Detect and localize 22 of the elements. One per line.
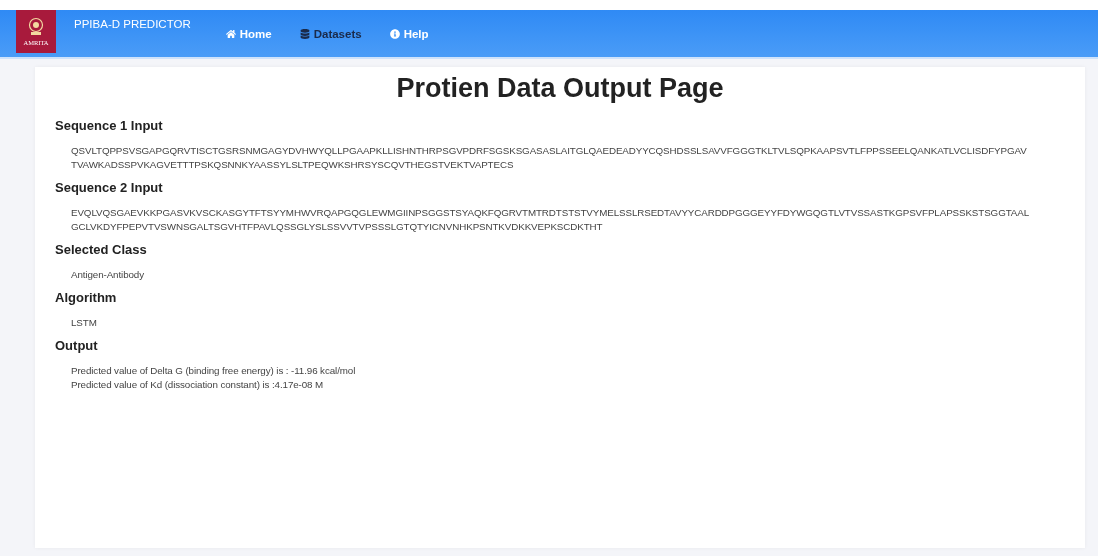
emblem-icon bbox=[28, 17, 44, 37]
section-text: QSVLTQPPSVSGAPGQRVTISCTGSRSNMGAGYDVHWYQLLPGAAPKLLISHNTHRPSGVPDRFSGSKSGASASLAITGLQAEDEADYYCQSHDSSLSAVVFGGGTKLTVLSQPKAAPSVTLFPPSSEELQANKATLVCLISDFYPGAV bbox=[71, 145, 1028, 156]
nav-link[interactable]: Home bbox=[225, 27, 272, 40]
section-heading: Sequence 1 Input bbox=[55, 118, 164, 133]
nav-link[interactable]: Datasets bbox=[299, 27, 362, 40]
database-icon bbox=[299, 28, 310, 39]
section-heading: Sequence 2 Input bbox=[55, 180, 164, 195]
section-text: Antigen-Antibody bbox=[71, 269, 145, 280]
section-text: Predicted value of Kd (dissociation constant) is :4.17e-08 M bbox=[71, 379, 325, 390]
nav-link[interactable]: Help bbox=[389, 27, 429, 40]
info-icon bbox=[389, 28, 400, 39]
section-text: LSTM bbox=[71, 317, 98, 328]
section-text: Predicted value of Delta G (binding free energy) is : -11.96 kcal/mol bbox=[71, 365, 357, 376]
section-text: TVAWKADSSPVKAGVETTTPSKQSNNKYAASSYLSLTPEQWKSHRSYSCQVTHEGSTVEKTVAPTECS bbox=[71, 159, 515, 170]
section-heading: Selected Class bbox=[55, 242, 148, 257]
section-text: GCLVKDYFPEPVTVSWNSGALTSGVHTFPAVLQSSGLYSLSSVVTVPSSSLGTQTYICNVNHKPSNTKVDKKVEPKSCDKTHT bbox=[71, 221, 604, 232]
section-heading: Algorithm bbox=[55, 290, 118, 305]
page-title: Protien Data Output Page bbox=[395, 73, 725, 104]
section-heading: Output bbox=[55, 338, 99, 353]
section-text: EVQLVQSGAEVKKPGASVKVSCKASGYTFTSYYMHWVRQAPGQGLEWMGIINPSGGSTSYAQKFQGRVTMTRDTSTSTVYMELSSLRSEDTAVYYCARDDPGGGEYYFDYWGQGTLVTVSSASTKGPSVFPLAPSSKSTSGGTAAL bbox=[71, 207, 1031, 218]
brand-name: PPIBA-D PREDICTOR bbox=[74, 18, 191, 30]
home-icon bbox=[225, 28, 236, 39]
